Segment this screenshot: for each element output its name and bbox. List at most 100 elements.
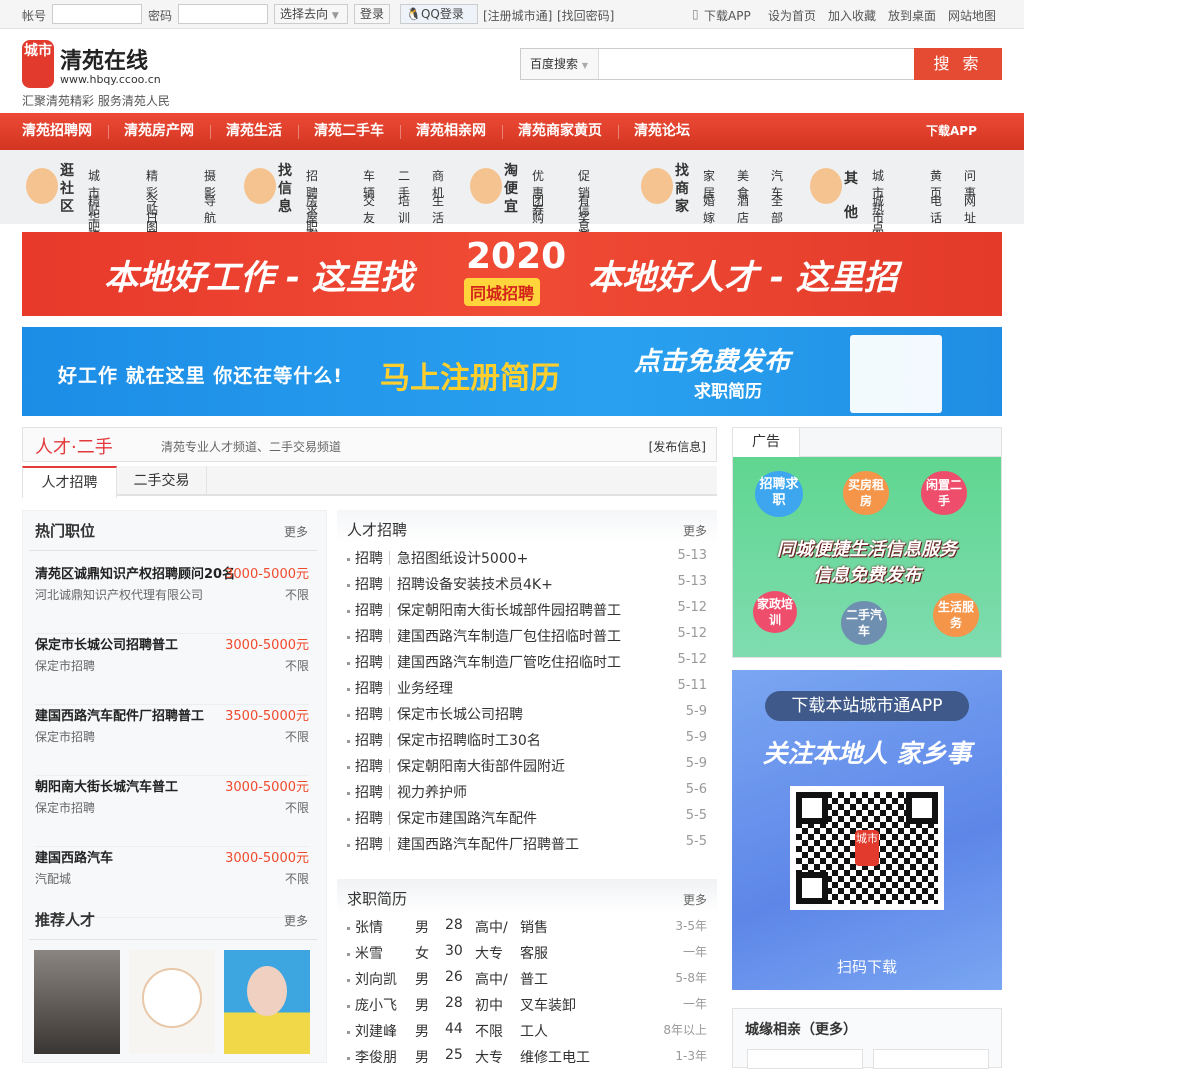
recruit-row[interactable]: 招聘 保定朝阳南大街长城部件园招聘普工 5-12 <box>347 600 707 626</box>
more-link[interactable]: 更多 <box>284 523 308 540</box>
talent-photo[interactable] <box>34 950 120 1054</box>
nav-item-house[interactable]: 清苑房产网 <box>124 113 194 150</box>
login-button[interactable]: 登录 <box>354 4 391 24</box>
publish-link[interactable]: [发布信息] <box>649 438 706 455</box>
password-label: 密码 <box>148 9 173 23</box>
category-link[interactable]: 导航 <box>204 192 216 226</box>
nav-item-used-car[interactable]: 清苑二手车 <box>314 113 384 150</box>
search-engine-select[interactable]: 百度搜索 ▼ <box>521 49 599 79</box>
category-link[interactable]: 生活 <box>432 192 444 226</box>
job-item[interactable]: 建国西路汽车 3000-5000元 汽配城 不限 <box>35 847 309 918</box>
logo-title[interactable]: 清苑在线 <box>60 43 148 75</box>
recruit-link[interactable]: 招聘设备安装技术员4K+ <box>397 574 553 594</box>
job-name[interactable]: 保定市长城公司招聘普工 <box>35 634 178 653</box>
job-name[interactable]: 清苑区诚鼎知识产权招聘顾问20名 <box>35 563 235 582</box>
resume-row[interactable]: 李俊朋 男 25 大专 维修工电工 1-3年 <box>347 1047 707 1073</box>
resume-row[interactable]: 庞小飞 男 28 初中 叉车装卸 一年 <box>347 995 707 1021</box>
resume-row[interactable]: 刘向凯 男 26 高中/普工 5-8年 <box>347 969 707 995</box>
more-link[interactable]: 更多 <box>284 912 308 929</box>
download-app-link[interactable]: 下载APP <box>704 7 751 24</box>
recruit-row[interactable]: 招聘 招聘设备安装技术员4K+ 5-13 <box>347 574 707 600</box>
direction-select[interactable]: 选择去向 ▼ <box>274 4 348 24</box>
dating-photo[interactable] <box>747 1049 863 1069</box>
category-link[interactable]: 团 购 <box>532 192 556 226</box>
to-desktop-link[interactable]: 放到桌面 <box>888 7 936 24</box>
logo-badge[interactable]: 城市 <box>22 40 54 88</box>
recruit-banner[interactable]: 本地好工作 - 这里找 2020 同城招聘 本地好人才 - 这里招 <box>22 232 1002 316</box>
category-link[interactable]: 酒店 <box>737 192 749 226</box>
nav-download-app[interactable]: 下载APP <box>926 113 977 150</box>
add-favorite-link[interactable]: 加入收藏 <box>828 7 876 24</box>
recruit-row[interactable]: 招聘 保定市招聘临时工30名 5-9 <box>347 730 707 756</box>
recruit-link[interactable]: 保定朝阳南大街部件园附近 <box>397 756 565 776</box>
search-button[interactable]: 搜 索 <box>914 48 1002 80</box>
nav-item-dating[interactable]: 清苑相亲网 <box>416 113 486 150</box>
category-link[interactable]: 网址 <box>964 192 976 226</box>
dating-title[interactable]: 城缘相亲（更多） <box>745 1019 857 1039</box>
job-name[interactable]: 建国西路汽车 <box>35 847 113 866</box>
sitemap-link[interactable]: 网站地图 <box>948 7 996 24</box>
job-item[interactable]: 清苑区诚鼎知识产权招聘顾问20名 3000-5000元 河北诚鼎知识产权代理有限公司… <box>35 563 309 634</box>
ad-banner[interactable]: 招聘求职 买房租房 闲置二手 同城便捷生活信息服务 信息免费发布 家政培训 二手… <box>733 457 1001 657</box>
nav-item-yellow-pages[interactable]: 清苑商家黄页 <box>518 113 602 150</box>
password-input[interactable] <box>178 4 268 24</box>
dating-photo[interactable] <box>873 1049 989 1069</box>
tab-recruit[interactable]: 人才招聘 <box>22 466 117 498</box>
recruit-link[interactable]: 建国西路汽车制造厂包住招临时普工 <box>397 626 621 646</box>
recruit-row[interactable]: 招聘 视力养护师 5-6 <box>347 782 707 808</box>
job-item[interactable]: 建国西路汽车配件厂招聘普工 3500-5000元 保定市招聘 不限 <box>35 705 309 776</box>
recruit-row[interactable]: 招聘 建国西路汽车制造厂包住招临时普工 5-12 <box>347 626 707 652</box>
more-link[interactable]: 更多 <box>683 891 707 908</box>
category-link[interactable]: 交友 <box>363 192 375 226</box>
recruit-link[interactable]: 业务经理 <box>397 678 453 698</box>
recruit-link[interactable]: 视力养护师 <box>397 782 467 802</box>
more-link[interactable]: 更多 <box>683 522 707 539</box>
recruit-row[interactable]: 招聘 急招图纸设计5000+ 5-13 <box>347 548 707 574</box>
category-link[interactable]: 培训 <box>398 192 410 226</box>
recruit-row[interactable]: 招聘 保定朝阳南大街部件园附近 5-9 <box>347 756 707 782</box>
resume-name[interactable]: 刘建峰 <box>355 1021 397 1041</box>
recruit-row[interactable]: 招聘 业务经理 5-11 <box>347 678 707 704</box>
qq-login-button[interactable]: 🐧QQ登录 <box>400 4 478 24</box>
recruit-link[interactable]: 保定朝阳南大街长城部件园招聘普工 <box>397 600 621 620</box>
recruit-row[interactable]: 招聘 保定市长城公司招聘 5-9 <box>347 704 707 730</box>
nav-item-forum[interactable]: 清苑论坛 <box>634 113 690 150</box>
category-link[interactable]: 全部 <box>771 192 783 226</box>
resume-row[interactable]: 张情 男 28 高中/销售 3-5年 <box>347 917 707 943</box>
resume-name[interactable]: 庞小飞 <box>355 995 397 1015</box>
resume-row[interactable]: 刘建峰 男 44 不限 工人 8年以上 <box>347 1021 707 1047</box>
talent-photo[interactable] <box>224 950 310 1054</box>
category-link[interactable]: 电话 <box>930 192 942 226</box>
resume-name[interactable]: 李俊朋 <box>355 1047 397 1067</box>
nav-item-recruit[interactable]: 清苑招聘网 <box>22 113 92 150</box>
nav-item-life[interactable]: 清苑生活 <box>226 113 282 150</box>
job-name[interactable]: 建国西路汽车配件厂招聘普工 <box>35 705 204 724</box>
recruit-link[interactable]: 保定市招聘临时工30名 <box>397 730 541 750</box>
resume-name[interactable]: 米雪 <box>355 943 383 963</box>
recruit-link[interactable]: 保定市长城公司招聘 <box>397 704 523 724</box>
ad-tab[interactable]: 广告 <box>733 428 800 457</box>
recruit-row[interactable]: 招聘 保定市建国路汽车配件 5-5 <box>347 808 707 834</box>
tab-second-hand[interactable]: 二手交易 <box>117 466 207 496</box>
app-download-panel[interactable]: 下载本站城市通APP 关注本地人 家乡事 城市 扫码下载 <box>732 670 1002 990</box>
job-name[interactable]: 朝阳南大街长城汽车普工 <box>35 776 178 795</box>
recruit-link[interactable]: 急招图纸设计5000+ <box>397 548 528 568</box>
recruit-row[interactable]: 招聘 建国西路汽车制造厂管吃住招临时工 5-12 <box>347 652 707 678</box>
register-link[interactable]: [注册城市通] <box>483 7 552 24</box>
find-password-link[interactable]: [找回密码] <box>557 7 614 24</box>
recruit-link[interactable]: 建国西路汽车配件厂招聘普工 <box>397 834 579 854</box>
talent-photo[interactable] <box>129 950 215 1054</box>
resume-name[interactable]: 刘向凯 <box>355 969 397 989</box>
category-link[interactable]: 婚嫁 <box>703 192 715 226</box>
resume-row[interactable]: 米雪 女 30 大专 客服 一年 <box>347 943 707 969</box>
account-input[interactable] <box>52 4 142 24</box>
set-home-link[interactable]: 设为首页 <box>768 7 816 24</box>
recruit-link[interactable]: 建国西路汽车制造厂管吃住招临时工 <box>397 652 621 672</box>
recruit-row[interactable]: 招聘 建国西路汽车配件厂招聘普工 5-5 <box>347 834 707 860</box>
recruit-link[interactable]: 保定市建国路汽车配件 <box>397 808 537 828</box>
resume-banner[interactable]: 好工作 就在这里 你还在等什么! 马上注册简历 点击免费发布 求职简历 <box>22 327 1002 416</box>
job-item[interactable]: 保定市长城公司招聘普工 3000-5000元 保定市招聘 不限 <box>35 634 309 705</box>
search-input[interactable] <box>601 51 901 77</box>
job-item[interactable]: 朝阳南大街长城汽车普工 3000-5000元 保定市招聘 不限 <box>35 776 309 847</box>
resume-name[interactable]: 张情 <box>355 917 383 937</box>
